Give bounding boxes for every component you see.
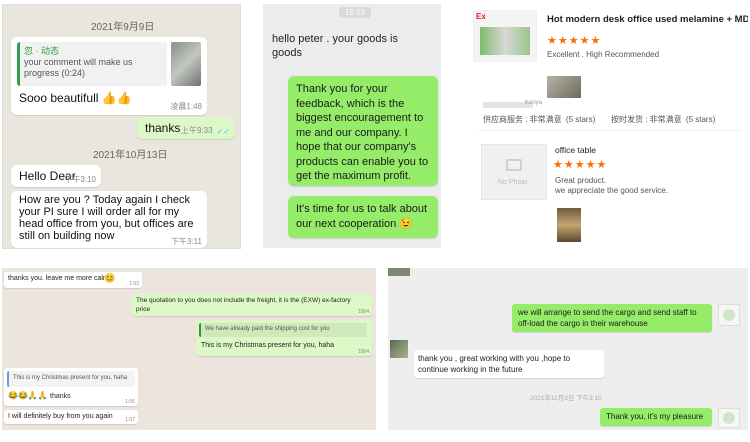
message-time: 1004 (357, 309, 369, 315)
product-title[interactable]: office table (555, 145, 596, 155)
message-time: 1:03 (129, 281, 139, 287)
reply-thumbnail (171, 42, 201, 86)
message-bubble-incoming[interactable]: hello peter . your goods is goods (269, 30, 409, 64)
delivery-rating: 按时发货 : 非常满意 (5 stars) (611, 114, 715, 125)
read-receipt-icon: ✓✓ (216, 127, 230, 136)
delivery-stars: (5 stars) (685, 115, 716, 124)
message-bubble-incoming[interactable]: 忽 · 动态 your comment will make us progres… (11, 37, 207, 115)
time-stamp: 15:03 (339, 7, 372, 18)
avatar-image (723, 412, 735, 424)
camera-icon (506, 159, 522, 171)
message-bubble-incoming[interactable]: How are you ? Today again I check your P… (11, 191, 207, 248)
reply-quote: We have already paid the shipping cost f… (199, 323, 367, 337)
message-text: thanks (145, 121, 181, 135)
review-text: Excellent . High Recommended (547, 50, 660, 59)
smile-emoji-icon: 😊 (104, 273, 116, 283)
message-bubble-outgoing[interactable]: Thank you, it's my pleasure (600, 408, 712, 426)
delivery-label: 按时发货 : 非常满意 (611, 115, 682, 124)
message-bubble-incoming[interactable]: I will definitely buy from you again 1:0… (4, 410, 138, 424)
review-panel: Ex Hot modern desk office used melamine … (469, 4, 748, 248)
message-time: 凌晨1:48 (170, 102, 202, 111)
service-stars: (5 stars) (565, 115, 596, 124)
avatar (390, 340, 408, 358)
reply-author: 忽 · 动态 (24, 46, 59, 56)
message-time: 1:07 (125, 417, 135, 423)
rating-stars: ★★★★★ (547, 35, 602, 47)
message-text-wrap: It's time for us to talk about our next … (296, 202, 436, 231)
chat-panel-1: 2021年9月9日 忽 · 动态 your comment will make … (2, 4, 241, 249)
message-bubble-outgoing[interactable]: It's time for us to talk about our next … (288, 196, 438, 238)
reply-text: This is my Christmas present for you, ha… (13, 375, 128, 381)
message-bubble-outgoing[interactable]: we will arrange to send the cargo and se… (512, 304, 712, 332)
message-text: I will definitely buy from you again (8, 413, 113, 420)
date-stamp: 2021年10月13日 (93, 150, 168, 161)
avatar-image (723, 309, 735, 321)
message-text: thanks (50, 393, 71, 400)
avatar (388, 268, 410, 276)
reply-quote: 忽 · 动态 your comment will make us progres… (17, 42, 167, 86)
message-bubble-outgoing[interactable]: Thank you for your feedback, which is th… (288, 76, 438, 186)
message-time: 下午3:11 (171, 237, 202, 246)
review-photo (547, 76, 581, 98)
review-text: Great product. we appreciate the good se… (555, 176, 668, 195)
avatar (718, 304, 740, 326)
service-rating: 供应商服务 : 非常满意 (5 stars) (483, 114, 595, 125)
message-bubble-outgoing[interactable]: thanks 上午9:33 ✓✓ (137, 117, 235, 139)
message-time: 1:06 (125, 399, 135, 405)
date-stamp: 2021年9月9日 (91, 22, 155, 33)
message-text: How are you ? Today again I check your P… (19, 194, 194, 242)
reply-quote: This is my Christmas present for you, ha… (7, 371, 135, 387)
product-thumbnail: Ex (473, 10, 537, 62)
thumbs-up-icon: 👍👍 (101, 91, 132, 105)
date-stamp: 2021年11月3日 下午3:10 (530, 395, 602, 402)
chat-panel-2: 15:03 hello peter . your goods is goods … (263, 4, 441, 248)
review-photo (557, 208, 581, 242)
buyer-country: Kenya (525, 100, 543, 106)
message-text: Thank you for your feedback, which is th… (296, 83, 429, 182)
message-time: 1004 (357, 349, 369, 355)
message-text: Thank you, it's my pleasure (606, 412, 704, 421)
message-text: thanks you. leave me more calm (8, 275, 109, 282)
avatar (718, 408, 740, 428)
message-text: The quotation to you does not include th… (136, 297, 351, 313)
message-bubble-incoming[interactable]: This is my Christmas present for you, ha… (4, 368, 138, 406)
message-time: 上午9:33 (181, 126, 213, 135)
message-text: This is my Christmas present for you, ha… (201, 342, 335, 349)
divider (479, 130, 741, 131)
service-label: 供应商服务 : 非常满意 (483, 115, 562, 124)
product-title[interactable]: Hot modern desk office used melamine + M… (547, 14, 748, 25)
product-image (480, 27, 530, 55)
message-line: Sooo beautifull 👍👍 (19, 91, 132, 105)
message-bubble-incoming[interactable]: Hello Dear 下午3:10 (11, 165, 101, 187)
message-bubble-incoming[interactable]: thanks you. leave me more calm 😊 1:03 (4, 272, 142, 288)
message-time: 下午3:10 (64, 175, 96, 184)
rating-stars: ★★★★★ (553, 159, 608, 171)
reply-text: We have already paid the shipping cost f… (205, 326, 330, 332)
message-bubble-incoming[interactable]: thank you , great working with you ,hope… (414, 350, 604, 378)
reply-text: your comment will make us progress (0:24… (24, 57, 133, 78)
message-text: we will arrange to send the cargo and se… (518, 308, 697, 328)
chat-panel-4: thanks you. leave me more calm 😊 1:03 Th… (2, 268, 376, 430)
brand-logo: Ex (476, 12, 486, 21)
no-photo-placeholder: No Photo (481, 144, 547, 200)
chat-panel-5: we will arrange to send the cargo and se… (388, 268, 748, 430)
no-photo-label: No Photo (498, 179, 528, 186)
wink-emoji-icon: 😉 (399, 217, 414, 230)
laugh-pray-emoji-icon: 😂😂🙏🙏 (8, 391, 48, 400)
message-bubble-outgoing[interactable]: The quotation to you does not include th… (132, 294, 372, 316)
message-text: Sooo beautifull (19, 91, 99, 105)
message-text: thank you , great working with you ,hope… (418, 354, 571, 374)
message-bubble-outgoing[interactable]: We have already paid the shipping cost f… (196, 320, 372, 356)
message-text: hello peter . your goods is goods (272, 33, 398, 59)
